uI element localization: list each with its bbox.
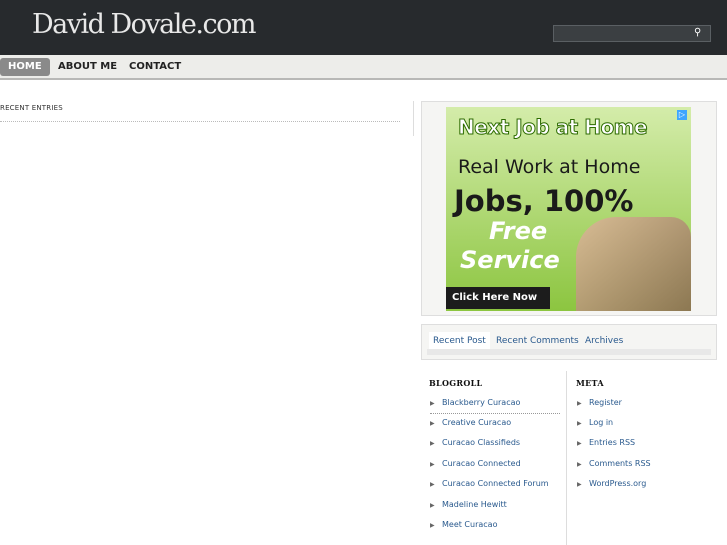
- bullet-icon: ▶: [430, 400, 435, 407]
- recent-entries-title: RECENT ENTRIES: [0, 104, 63, 112]
- meta-link[interactable]: Entries RSS: [589, 438, 635, 447]
- blogroll-link[interactable]: Blackberry Curacao: [442, 398, 520, 407]
- divider: [413, 101, 414, 136]
- blogroll-link[interactable]: Curacao Classifieds: [442, 438, 520, 447]
- blogroll-link[interactable]: Madeline Hewitt: [442, 500, 507, 509]
- nav-home[interactable]: HOME: [0, 58, 50, 76]
- search-icon[interactable]: ⚲: [694, 27, 706, 39]
- tab-archives[interactable]: Archives: [581, 332, 627, 350]
- blogroll-title: BLOGROLL: [429, 378, 483, 388]
- search-input[interactable]: ⚲: [553, 25, 711, 42]
- meta-link[interactable]: Log in: [589, 418, 613, 427]
- main-nav: HOME ABOUT ME CONTACT: [0, 55, 727, 80]
- nav-contact[interactable]: CONTACT: [121, 58, 189, 76]
- bullet-icon: ▶: [577, 400, 582, 407]
- meta-link[interactable]: WordPress.org: [589, 479, 646, 488]
- blogroll-link[interactable]: Meet Curacao: [442, 520, 497, 529]
- divider: [0, 121, 400, 122]
- bullet-icon: ▶: [430, 420, 435, 427]
- nav-about[interactable]: ABOUT ME: [50, 58, 125, 76]
- blogroll-link[interactable]: Curacao Connected Forum: [442, 479, 549, 488]
- ad-text: Service: [460, 246, 560, 274]
- ad-cta-button[interactable]: Click Here Now: [446, 287, 550, 309]
- meta-link[interactable]: Comments RSS: [589, 459, 651, 468]
- ad-banner[interactable]: Next Job at Home ▷ Real Work at Home Job…: [446, 107, 691, 311]
- tab-recent-comments[interactable]: Recent Comments: [492, 332, 583, 350]
- bullet-icon: ▶: [430, 502, 435, 509]
- ad-text: Free: [489, 217, 548, 245]
- blogroll-link[interactable]: Curacao Connected: [442, 459, 521, 468]
- site-header: David Dovale.com ⚲: [0, 0, 727, 55]
- bullet-icon: ▶: [577, 481, 582, 488]
- bullet-icon: ▶: [577, 461, 582, 468]
- bullet-icon: ▶: [430, 481, 435, 488]
- divider: [430, 413, 560, 414]
- bullet-icon: ▶: [430, 461, 435, 468]
- ad-text: Real Work at Home: [458, 156, 641, 178]
- ad-text: Jobs, 100%: [454, 184, 634, 218]
- divider: [566, 371, 567, 545]
- blogroll-link[interactable]: Creative Curacao: [442, 418, 511, 427]
- tab-content-bar: [427, 349, 711, 355]
- site-title[interactable]: David Dovale.com: [32, 9, 256, 40]
- meta-link[interactable]: Register: [589, 398, 622, 407]
- ad-choices-icon[interactable]: ▷: [677, 110, 687, 120]
- bullet-icon: ▶: [577, 440, 582, 447]
- ad-headline: Next Job at Home: [457, 115, 648, 140]
- ad-photo: [576, 217, 691, 311]
- bullet-icon: ▶: [430, 522, 435, 529]
- bullet-icon: ▶: [577, 420, 582, 427]
- bullet-icon: ▶: [430, 440, 435, 447]
- tab-recent-post[interactable]: Recent Post: [429, 332, 490, 350]
- meta-title: META: [576, 378, 604, 388]
